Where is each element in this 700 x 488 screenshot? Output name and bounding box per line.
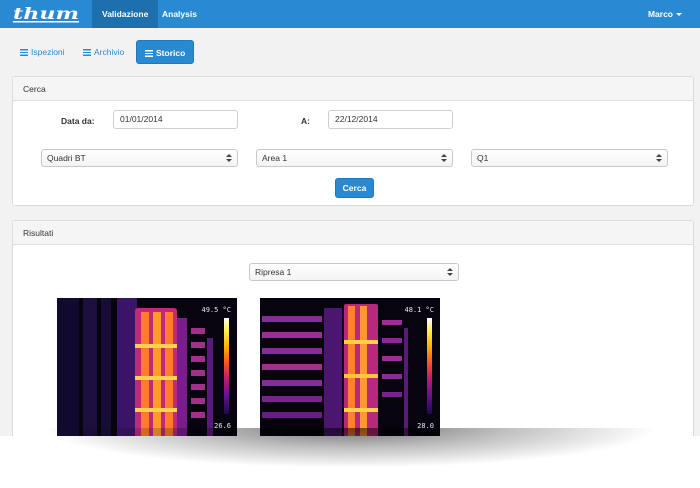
select-arrows-icon bbox=[447, 267, 453, 277]
thermal-picture-2 bbox=[260, 298, 440, 436]
tab-ispezioni-label: Ispezioni bbox=[31, 47, 65, 57]
thermal-2-max-temp: 48.1 °C bbox=[404, 306, 434, 314]
nav-validazione[interactable]: Validazione bbox=[92, 0, 159, 28]
panel-select-value: Q1 bbox=[477, 153, 489, 163]
date-to-label: A: bbox=[301, 116, 310, 126]
thermal-image-2[interactable]: 48.1 °C 28.0 bbox=[260, 298, 440, 436]
thermal-1-color-scale bbox=[224, 318, 229, 414]
search-panel-title: Cerca bbox=[13, 77, 693, 101]
category-select-value: Quadri BT bbox=[47, 153, 86, 163]
user-name: Marco bbox=[647, 9, 673, 19]
tab-archivio[interactable]: Archivio bbox=[75, 40, 132, 64]
thermal-image-1[interactable]: 49.5 °C 26.6 bbox=[57, 298, 237, 436]
date-to-input[interactable]: 22/12/2014 bbox=[328, 110, 453, 129]
user-menu[interactable]: Marco bbox=[638, 0, 692, 28]
list-icon bbox=[20, 49, 28, 56]
area-select[interactable]: Area 1 bbox=[256, 149, 453, 167]
tab-storico-label: Storico bbox=[156, 48, 186, 58]
panel-select[interactable]: Q1 bbox=[471, 149, 668, 167]
date-from-label: Data da: bbox=[61, 116, 95, 126]
tab-storico[interactable]: Storico bbox=[136, 40, 195, 64]
date-from-input[interactable]: 01/01/2014 bbox=[113, 110, 238, 129]
brand-logo[interactable]: thum bbox=[12, 4, 84, 24]
select-arrows-icon bbox=[441, 153, 447, 163]
tab-ispezioni[interactable]: Ispezioni bbox=[12, 40, 73, 64]
frame-shadow bbox=[40, 428, 660, 468]
top-navbar: thum Validazione Analysis Marco bbox=[0, 0, 700, 28]
nav-analysis[interactable]: Analysis bbox=[152, 0, 207, 28]
search-button[interactable]: Cerca bbox=[335, 178, 374, 198]
select-arrows-icon bbox=[226, 153, 232, 163]
list-icon bbox=[145, 50, 153, 57]
search-panel: Cerca Data da: 01/01/2014 A: 22/12/2014 … bbox=[12, 76, 694, 206]
area-select-value: Area 1 bbox=[262, 153, 288, 163]
results-panel-title: Risultati bbox=[13, 221, 693, 245]
list-icon bbox=[83, 49, 91, 56]
results-panel: Risultati Ripresa 1 49.5 °C 26.6 48.1 °C… bbox=[12, 220, 694, 436]
thermal-1-max-temp: 49.5 °C bbox=[201, 306, 231, 314]
thermal-2-color-scale bbox=[427, 318, 432, 414]
category-select[interactable]: Quadri BT bbox=[41, 149, 238, 167]
select-arrows-icon bbox=[656, 153, 662, 163]
thermal-picture-1 bbox=[57, 298, 237, 436]
shot-select[interactable]: Ripresa 1 bbox=[249, 263, 459, 281]
tab-archivio-label: Archivio bbox=[94, 47, 125, 57]
svg-text:thum: thum bbox=[13, 4, 79, 23]
shot-select-value: Ripresa 1 bbox=[255, 267, 292, 277]
app-frame: thum Validazione Analysis Marco Ispezion… bbox=[0, 0, 700, 436]
caret-down-icon bbox=[676, 13, 682, 17]
